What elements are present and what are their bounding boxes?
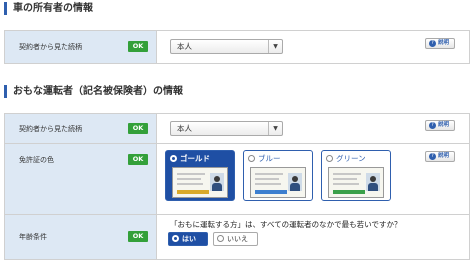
license-option-label: ブルー bbox=[258, 154, 281, 163]
select-value: 本人 bbox=[177, 124, 192, 133]
age-condition-row: 年齢条件 OK 「おもに運転する方」は、すべての運転者のなかで最も若いですか？ … bbox=[5, 215, 469, 259]
owner-section-title: 車の所有者の情報 bbox=[4, 2, 93, 15]
license-option-blue[interactable]: ブルー bbox=[243, 150, 313, 201]
age-option-yes[interactable]: はい bbox=[168, 232, 208, 246]
ok-badge: OK bbox=[128, 123, 148, 134]
row-label-cell: 契約者から見た続柄 OK bbox=[5, 31, 157, 63]
license-color-band bbox=[333, 190, 365, 194]
ok-badge: OK bbox=[128, 231, 148, 242]
license-color-label: 免許証の色 bbox=[19, 156, 54, 164]
row-label-cell: 契約者から見た続柄 OK bbox=[5, 114, 157, 143]
radio-selected-icon bbox=[172, 235, 179, 242]
row-label-cell: 年齢条件 OK bbox=[5, 215, 157, 259]
age-condition-question: 「おもに運転する方」は、すべての運転者のなかで最も若いですか？ bbox=[170, 220, 402, 229]
radio-unselected-icon bbox=[326, 155, 333, 162]
driver-relation-row: 契約者から見た続柄 OK 本人 ▼ ? 説明 bbox=[5, 114, 469, 144]
license-card-image bbox=[172, 167, 228, 198]
license-photo-icon bbox=[288, 173, 302, 191]
chevron-down-icon: ▼ bbox=[268, 122, 282, 135]
owner-info-panel: 契約者から見た続柄 OK 本人 ▼ ? 説明 bbox=[4, 30, 470, 64]
license-card-image bbox=[328, 167, 384, 198]
license-option-label: ゴールド bbox=[180, 154, 210, 163]
age-condition-label: 年齢条件 bbox=[19, 233, 47, 241]
help-label: 説明 bbox=[438, 122, 450, 128]
license-color-help-button[interactable]: ? 説明 bbox=[425, 151, 455, 162]
question-icon: ? bbox=[429, 153, 436, 160]
license-color-row: 免許証の色 OK ゴールド ブルー グリーン ? 説明 bbox=[5, 144, 469, 215]
help-label: 説明 bbox=[438, 153, 450, 159]
chevron-down-icon: ▼ bbox=[268, 40, 282, 53]
radio-unselected-icon bbox=[248, 155, 255, 162]
age-option-label: いいえ bbox=[227, 235, 248, 243]
owner-relation-select[interactable]: 本人 ▼ bbox=[170, 39, 283, 54]
license-photo-icon bbox=[210, 173, 224, 191]
select-value: 本人 bbox=[177, 42, 192, 51]
driver-relation-label: 契約者から見た続柄 bbox=[19, 125, 82, 133]
driver-info-panel: 契約者から見た続柄 OK 本人 ▼ ? 説明 免許証の色 OK ゴールド ブルー… bbox=[4, 113, 470, 260]
driver-relation-select[interactable]: 本人 ▼ bbox=[170, 121, 283, 136]
help-label: 説明 bbox=[438, 40, 450, 46]
ok-badge: OK bbox=[128, 154, 148, 165]
row-label-cell: 免許証の色 OK bbox=[5, 144, 157, 214]
license-photo-icon bbox=[366, 173, 380, 191]
radio-unselected-icon bbox=[217, 235, 224, 242]
question-icon: ? bbox=[429, 40, 436, 47]
driver-section-title: おもな運転者（記名被保険者）の情報 bbox=[4, 85, 183, 98]
age-option-no[interactable]: いいえ bbox=[213, 232, 258, 246]
license-color-band bbox=[177, 190, 209, 194]
owner-relation-label: 契約者から見た続柄 bbox=[19, 43, 82, 51]
license-option-gold[interactable]: ゴールド bbox=[165, 150, 235, 201]
license-option-label: グリーン bbox=[336, 154, 366, 163]
owner-relation-row: 契約者から見た続柄 OK 本人 ▼ ? 説明 bbox=[5, 31, 469, 63]
age-option-label: はい bbox=[182, 235, 196, 243]
question-icon: ? bbox=[429, 122, 436, 129]
license-card-image bbox=[250, 167, 306, 198]
license-color-band bbox=[255, 190, 287, 194]
ok-badge: OK bbox=[128, 41, 148, 52]
owner-relation-help-button[interactable]: ? 説明 bbox=[425, 38, 455, 49]
driver-relation-help-button[interactable]: ? 説明 bbox=[425, 120, 455, 131]
license-option-green[interactable]: グリーン bbox=[321, 150, 391, 201]
radio-selected-icon bbox=[170, 155, 177, 162]
